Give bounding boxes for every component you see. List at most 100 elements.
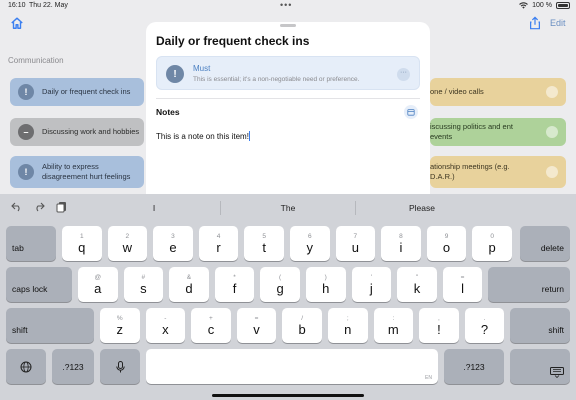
key-char: n <box>344 321 352 337</box>
status-right: 100 % <box>519 2 570 9</box>
key-char: ? <box>480 321 489 337</box>
return-key[interactable]: return <box>488 267 570 302</box>
sheet-grabber[interactable] <box>280 24 296 27</box>
key-char: g <box>276 280 284 296</box>
microphone-icon <box>115 360 125 372</box>
key-n[interactable]: ; n <box>328 308 368 343</box>
card-politics-events[interactable]: iscussing politics and ent events <box>430 118 566 146</box>
calendar-button[interactable] <box>404 105 418 119</box>
must-icon: ! <box>18 84 34 100</box>
key-char: j <box>369 280 373 296</box>
key-e[interactable]: 3e <box>153 226 193 261</box>
key-y[interactable]: 6y <box>290 226 330 261</box>
key-j[interactable]: ' j <box>351 267 392 302</box>
notes-label: Notes <box>156 107 180 117</box>
suggestion-2[interactable]: The <box>258 203 318 213</box>
key-k[interactable]: " k <box>397 267 437 302</box>
key-s[interactable]: # s <box>123 267 164 302</box>
delete-key[interactable]: delete <box>520 226 570 261</box>
undo-button[interactable] <box>10 200 24 214</box>
key-symbol-7[interactable]: ,! <box>419 308 459 343</box>
keyboard-hide-icon <box>550 367 564 378</box>
key-char: i <box>399 239 403 255</box>
key-char: d <box>185 280 193 296</box>
space-key[interactable]: EN <box>146 349 438 384</box>
notes-text-field[interactable]: This is a note on this item! <box>156 131 250 141</box>
shift-left-key[interactable]: shift <box>6 308 94 343</box>
key-char: x <box>162 321 169 337</box>
key-char: z <box>116 321 124 337</box>
tab-key[interactable]: tab <box>6 226 56 261</box>
paste-button[interactable] <box>54 200 68 214</box>
home-icon[interactable] <box>10 16 24 30</box>
key-char: t <box>262 239 266 255</box>
edit-button[interactable]: Edit <box>550 18 566 28</box>
key-char: p <box>488 239 496 255</box>
key-char: o <box>442 239 451 255</box>
key-g[interactable]: (g <box>260 267 300 302</box>
key-o[interactable]: 9o <box>426 226 467 261</box>
multitasking-dots[interactable]: ••• <box>280 0 292 10</box>
more-icon[interactable] <box>546 86 558 98</box>
card-work-hobbies[interactable]: – Discussing work and hobbies <box>10 118 144 146</box>
redo-button[interactable] <box>32 200 46 214</box>
key-f[interactable]: * f <box>214 267 255 302</box>
more-icon[interactable] <box>546 166 558 178</box>
key-z[interactable]: % z <box>100 308 140 343</box>
key-char: v <box>253 321 260 337</box>
suggestion-1[interactable]: I <box>124 203 184 213</box>
status-bar: 16:10 Thu 22. May ••• 100 % <box>0 0 576 12</box>
dictation-key[interactable] <box>100 349 140 384</box>
priority-card[interactable]: ! Must This is essential; it's a non-neg… <box>156 56 420 90</box>
key-c[interactable]: + c <box>191 308 231 343</box>
onscreen-keyboard: I The Please tab 1q2w3e4r5t6y7u8i9o0p de… <box>0 194 576 400</box>
key-char: k <box>413 280 421 296</box>
shift-right-key[interactable]: shift <box>510 308 570 343</box>
numbers-key-left[interactable]: .?123 <box>52 349 94 384</box>
card-relationship-meetings[interactable]: ationship meetings (e.g. D.A.R.) <box>430 156 566 188</box>
key-p[interactable]: 0p <box>472 226 512 261</box>
more-icon[interactable] <box>546 126 558 138</box>
key-w[interactable]: 2w <box>107 226 148 261</box>
key-char: b <box>298 321 306 337</box>
share-icon[interactable] <box>528 16 542 30</box>
card-label: iscussing politics and ent events <box>430 122 513 141</box>
divider <box>156 98 420 99</box>
key-h[interactable]: ) h <box>306 267 346 302</box>
card-label: Ability to express disagreement hurt fee… <box>42 162 131 181</box>
card-label: Daily or frequent check ins <box>42 87 131 96</box>
key-char: ! <box>437 321 441 337</box>
clipboard-icon <box>56 202 66 213</box>
key-i[interactable]: 8i <box>381 226 421 261</box>
sheet-title: Daily or frequent check ins <box>156 34 310 48</box>
key-d[interactable]: & d <box>169 267 209 302</box>
key-b[interactable]: / b <box>282 308 322 343</box>
card-video-calls[interactable]: one / video calls <box>430 78 566 106</box>
suggestion-3[interactable]: Please <box>392 203 452 213</box>
numbers-key-right[interactable]: .?123 <box>444 349 504 384</box>
key-v[interactable]: = v <box>236 308 277 343</box>
status-date: Thu 22. May <box>29 2 68 9</box>
key-char: r <box>216 239 221 255</box>
key-x[interactable]: -x <box>145 308 186 343</box>
card-express-disagreement[interactable]: ! Ability to express disagreement hurt f… <box>10 156 144 188</box>
key-r[interactable]: 4r <box>198 226 239 261</box>
key-u[interactable]: 7u <box>335 226 376 261</box>
key-symbol-8[interactable]: .? <box>464 308 505 343</box>
card-daily-check-ins[interactable]: ! Daily or frequent check ins <box>10 78 144 106</box>
battery-percent: 100 % <box>532 2 552 9</box>
caps-lock-key[interactable]: caps lock <box>6 267 72 302</box>
key-a[interactable]: @ a <box>78 267 118 302</box>
home-indicator[interactable] <box>212 394 364 397</box>
key-q[interactable]: 1q <box>62 226 102 261</box>
card-label: one / video calls <box>430 87 484 96</box>
key-t[interactable]: 5t <box>244 226 284 261</box>
key-char: e <box>169 239 177 255</box>
key-char: a <box>94 280 102 296</box>
key-char: m <box>387 321 399 337</box>
key-m[interactable]: :m <box>373 308 414 343</box>
more-icon[interactable]: ··· <box>397 68 410 81</box>
globe-key[interactable] <box>6 349 46 384</box>
key-l[interactable]: = l <box>442 267 483 302</box>
keyboard-dismiss-key[interactable] <box>510 349 570 384</box>
